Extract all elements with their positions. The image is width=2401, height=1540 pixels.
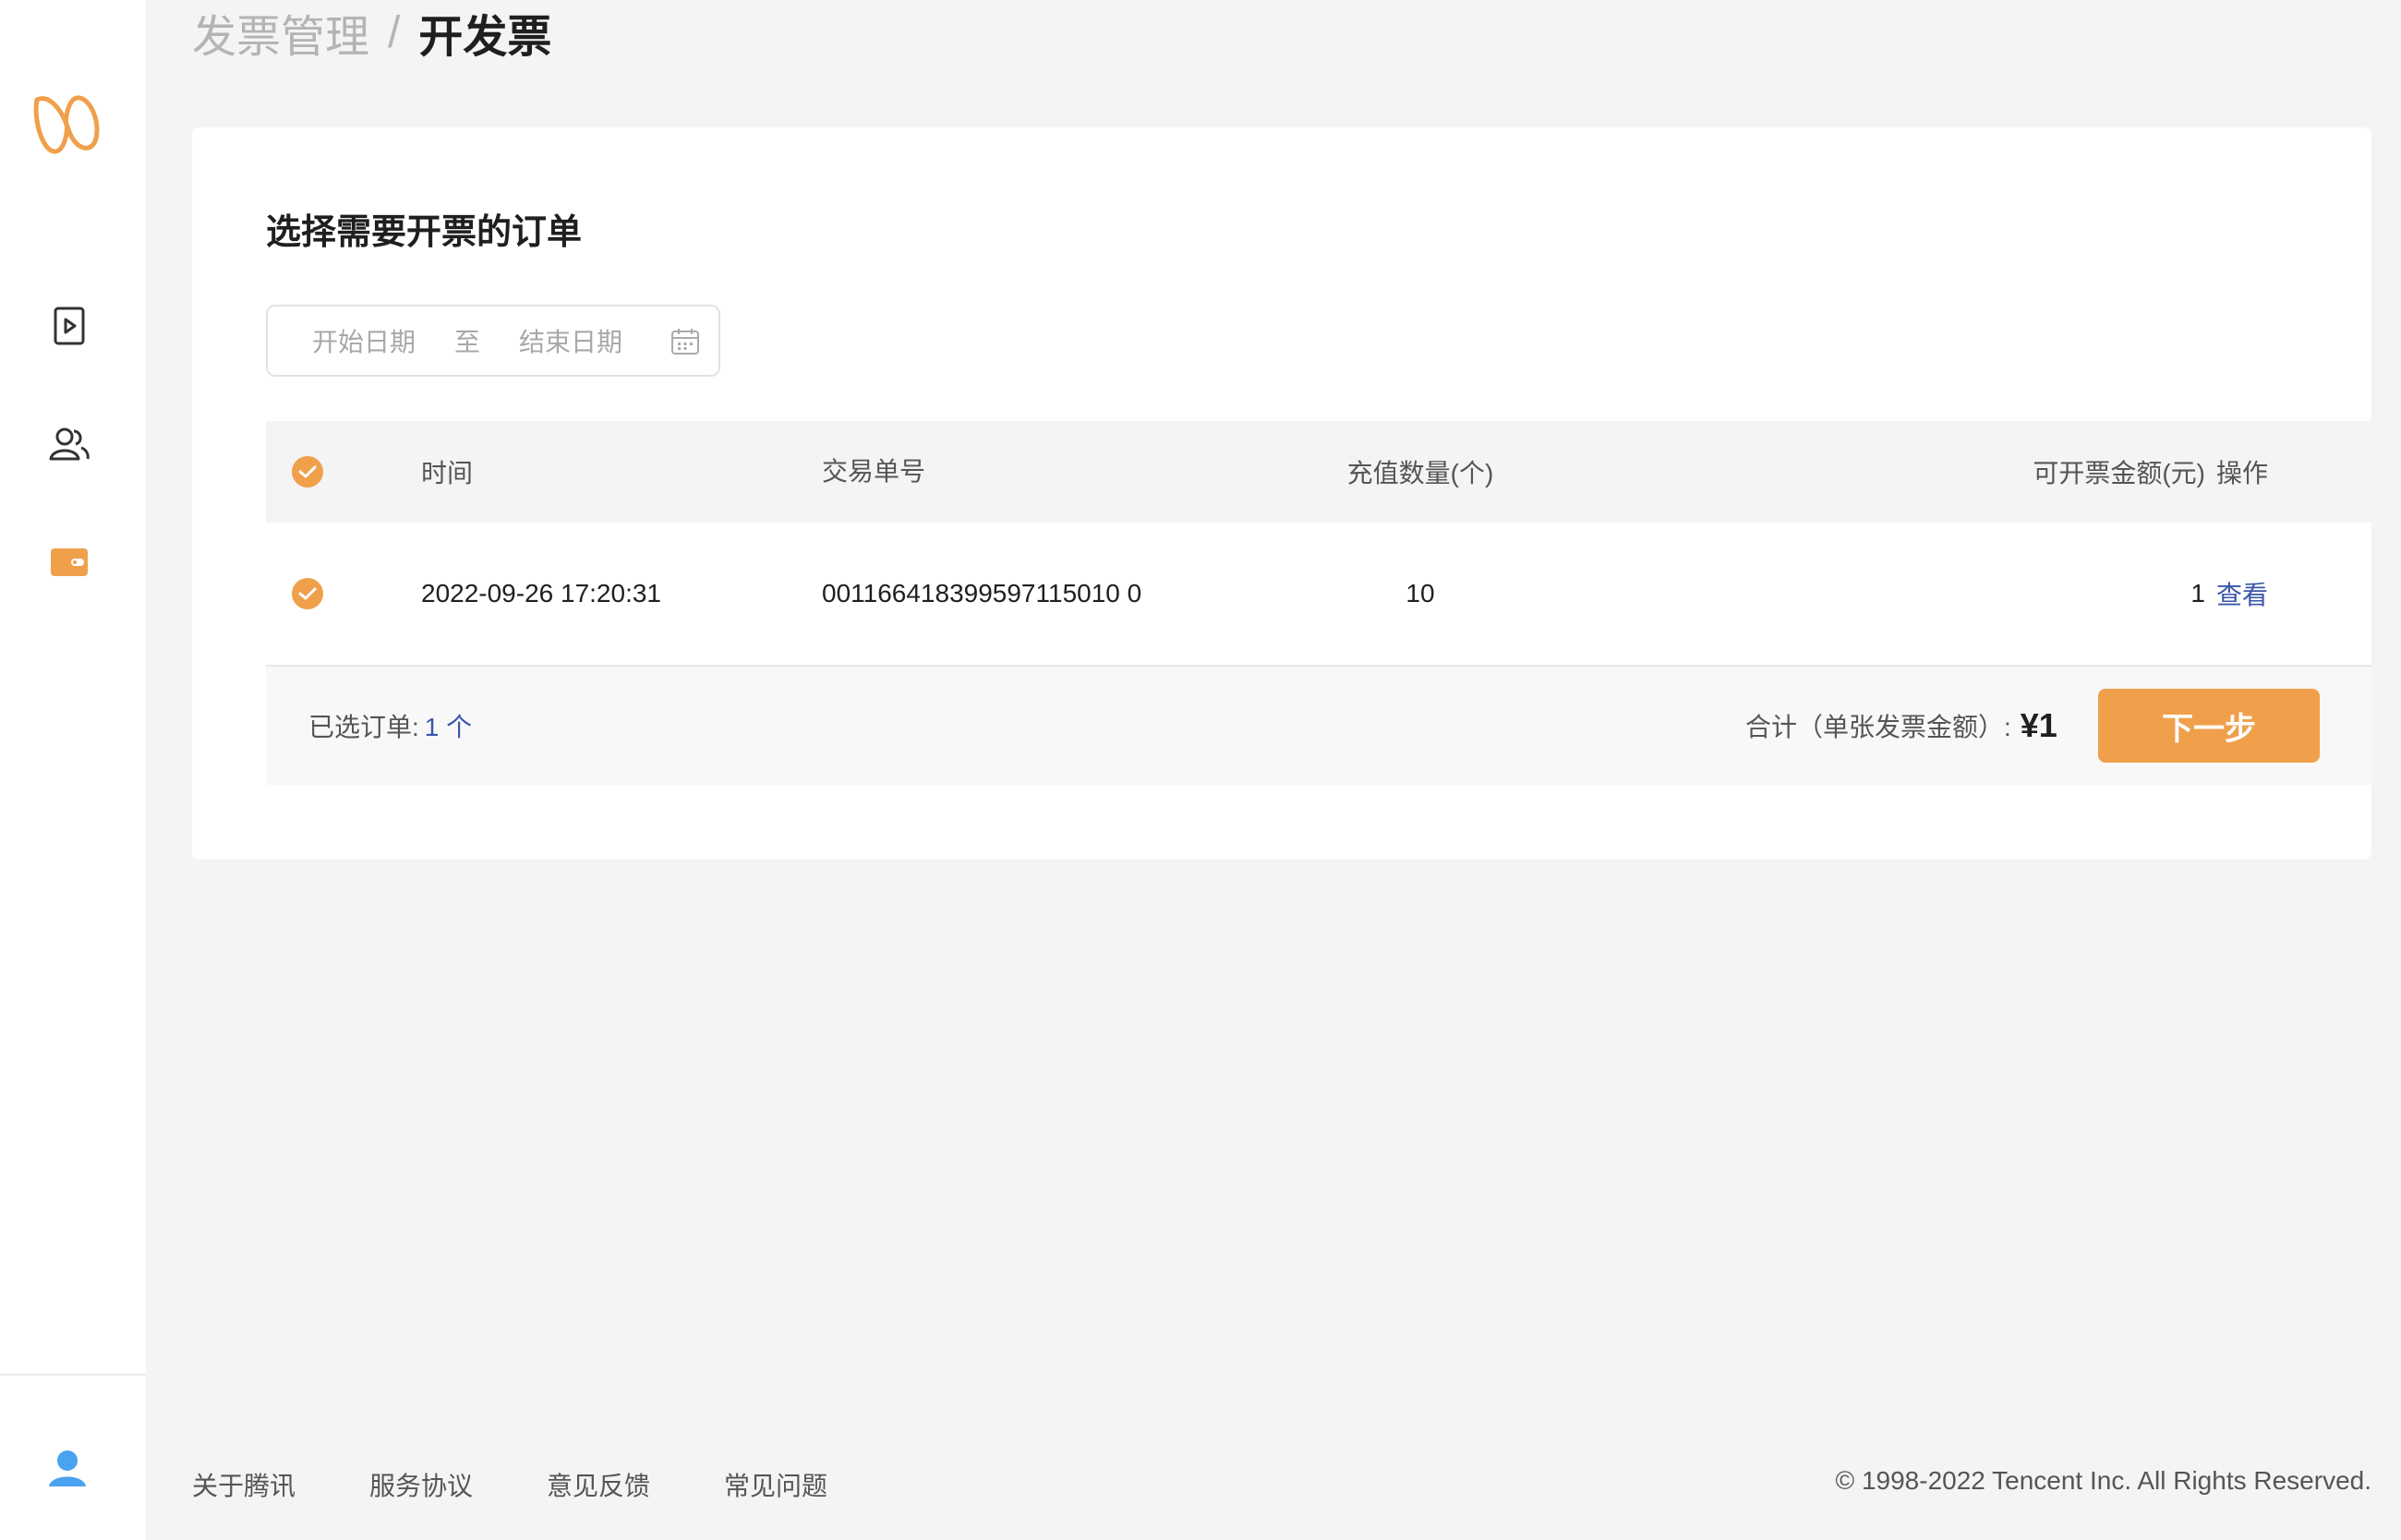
breadcrumb-parent[interactable]: 发票管理: [192, 0, 369, 65]
header-op: 操作: [2216, 459, 2269, 487]
next-step-button[interactable]: 下一步: [2098, 689, 2320, 763]
card-title: 选择需要开票的订单: [266, 213, 583, 252]
date-range-picker[interactable]: 开始日期 至 结束日期: [266, 305, 720, 377]
page-title: 开发票: [418, 13, 552, 62]
invoice-card: 选择需要开票的订单 开始日期 至 结束日期 时间 交易单号 充值数量(个) 可开…: [192, 127, 2371, 860]
row-order-no: 001166418399597115010 0: [822, 579, 1142, 608]
row-checkbox[interactable]: [292, 578, 323, 609]
breadcrumb-separator: /: [388, 7, 401, 57]
copyright: © 1998-2022 Tencent Inc. All Rights Rese…: [1835, 1466, 2371, 1495]
calendar-icon[interactable]: [670, 327, 700, 356]
table-row: 2022-09-26 17:20:31 00116641839959711501…: [266, 523, 2371, 667]
select-all-checkbox[interactable]: [292, 456, 323, 487]
start-date-input[interactable]: 开始日期: [312, 322, 416, 359]
header-amount: 可开票金额(元): [2033, 459, 2205, 487]
sidebar: [0, 0, 146, 1540]
total-amount: ¥1: [2020, 706, 2057, 744]
brand-logo[interactable]: [31, 92, 102, 157]
footer-link-feedback[interactable]: 意见反馈: [547, 1466, 650, 1503]
row-amount: 1: [2190, 579, 2205, 608]
video-play-icon[interactable]: [46, 303, 92, 349]
header-time: 时间: [421, 459, 474, 487]
view-order-link[interactable]: 查看: [2216, 575, 2268, 612]
breadcrumb: 发票管理 / 开发票: [192, 0, 551, 65]
date-range-separator: 至: [454, 328, 481, 356]
sidebar-divider: [0, 1374, 146, 1376]
header-order-no: 交易单号: [822, 457, 926, 486]
end-date-input[interactable]: 结束日期: [519, 322, 622, 359]
footer-links: 关于腾讯 服务协议 意见反馈 常见问题: [192, 1466, 901, 1503]
total-label: 合计（单张发票金额）:: [1745, 713, 2011, 741]
table-header: 时间 交易单号 充值数量(个) 可开票金额(元) 操作: [266, 421, 2371, 523]
footer-link-faq[interactable]: 常见问题: [724, 1466, 827, 1503]
selected-orders-count: 1 个: [424, 713, 473, 741]
footer-link-terms[interactable]: 服务协议: [369, 1466, 473, 1503]
users-icon[interactable]: [46, 421, 92, 467]
wallet-icon[interactable]: [46, 539, 92, 585]
row-time: 2022-09-26 17:20:31: [421, 579, 661, 608]
selected-orders-label: 已选订单:: [308, 713, 419, 741]
user-profile-icon[interactable]: [44, 1445, 90, 1491]
footer-link-about[interactable]: 关于腾讯: [192, 1466, 296, 1503]
orders-table: 时间 交易单号 充值数量(个) 可开票金额(元) 操作 2022-09-26 1…: [266, 421, 2371, 785]
table-summary: 已选订单: 1 个 合计（单张发票金额）: ¥1 下一步: [266, 667, 2371, 785]
row-qty: 10: [1406, 579, 1435, 608]
header-qty: 充值数量(个): [1346, 459, 1494, 487]
